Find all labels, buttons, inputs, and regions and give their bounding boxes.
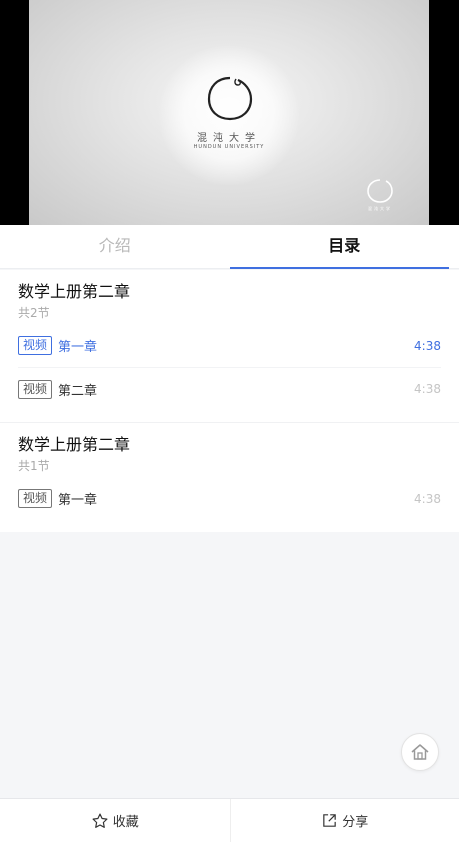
watermark-logo-icon (367, 179, 393, 203)
logo-text: 混沌大学 (197, 133, 261, 144)
catalog-list: 数学上册第二章 共2节 视频 第一章 4:38 视频 第二章 4:38 数学上册… (0, 270, 459, 532)
lesson-type-badge: 视频 (18, 489, 53, 508)
watermark-text: 混沌大学 (368, 206, 392, 211)
section-count: 共2节 (18, 306, 50, 320)
lesson-type-badge: 视频 (18, 336, 53, 355)
lesson-type-badge: 视频 (18, 379, 53, 399)
section-count: 共1节 (18, 459, 50, 473)
lesson-duration: 4:38 (414, 491, 441, 506)
video-frame[interactable]: 混沌大学 HUNDUN UNIVERSITY 混沌大学 (29, 0, 429, 225)
bottom-action-bar: 收藏 分享 (0, 798, 459, 842)
section-title: 数学上册第二章 (18, 435, 131, 454)
lesson-name: 第二章 (58, 383, 98, 399)
logo-subtext: HUNDUN UNIVERSITY (193, 144, 265, 150)
video-player[interactable]: 混沌大学 HUNDUN UNIVERSITY 混沌大学 (0, 0, 459, 225)
lesson-name: 第一章 (58, 340, 98, 355)
catalog-section: 数学上册第二章 共2节 视频 第一章 4:38 视频 第二章 4:38 (0, 270, 459, 422)
tab-intro[interactable]: 介绍 (0, 225, 230, 268)
lesson-item[interactable]: 视频 第一章 4:38 (18, 477, 441, 520)
lesson-name: 第一章 (58, 493, 98, 508)
lesson-item[interactable]: 视频 第一章 4:38 (18, 324, 441, 367)
favorite-label: 收藏 (112, 815, 139, 830)
active-tab-indicator (229, 267, 449, 269)
section-title: 数学上册第二章 (18, 282, 131, 301)
tab-bar: 介绍 目录 (0, 225, 459, 269)
home-button[interactable] (401, 733, 439, 771)
star-icon (92, 813, 108, 828)
logo-circle-icon (207, 76, 253, 121)
favorite-button[interactable]: 收藏 (0, 799, 230, 842)
home-icon (411, 744, 429, 760)
lesson-duration: 4:38 (414, 338, 441, 353)
lesson-item[interactable]: 视频 第二章 4:38 (18, 367, 441, 410)
share-icon (323, 814, 337, 827)
share-label: 分享 (342, 815, 369, 830)
lesson-duration: 4:38 (414, 382, 441, 396)
catalog-section: 数学上册第二章 共1节 视频 第一章 4:38 (0, 422, 459, 532)
share-button[interactable]: 分享 (229, 799, 459, 842)
tab-catalog-label: 目录 (328, 236, 361, 255)
tab-catalog[interactable]: 目录 (229, 225, 459, 269)
